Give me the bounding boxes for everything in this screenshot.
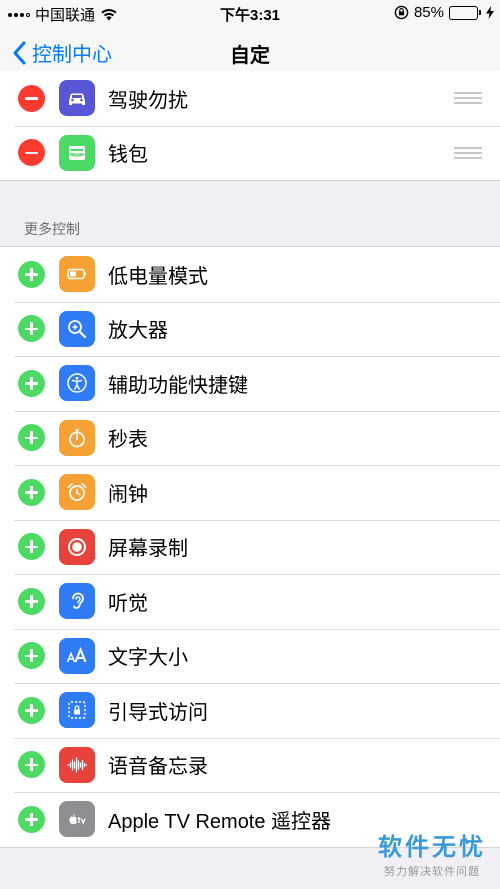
- more-controls-section: 低电量模式 放大器 辅助功能快捷键 秒表 闹钟 屏幕录制 听觉 文字大小 引导式…: [0, 246, 500, 848]
- reorder-handle[interactable]: [454, 92, 482, 105]
- reorder-handle[interactable]: [454, 146, 482, 159]
- page-title: 自定: [230, 45, 270, 67]
- status-bar: 中国联通 下午3:31 85%: [0, 0, 500, 26]
- list-item: 闹钟: [0, 465, 500, 520]
- list-item: 辅助功能快捷键: [0, 356, 500, 411]
- add-button[interactable]: [18, 533, 45, 561]
- add-button[interactable]: [18, 260, 45, 288]
- list-item: 听觉: [0, 574, 500, 629]
- remove-button[interactable]: [18, 84, 45, 112]
- control-label: 钱包: [108, 144, 148, 167]
- control-label: Apple TV Remote 遥控器: [108, 810, 332, 833]
- included-controls-section: 驾驶勿扰 钱包: [0, 71, 500, 181]
- record-icon: [59, 528, 95, 565]
- control-label: 语音备忘录: [108, 756, 208, 779]
- list-item: 秒表: [0, 410, 500, 466]
- car-icon: [59, 80, 95, 117]
- control-label: 屏幕录制: [108, 538, 188, 561]
- wallet-icon: [59, 134, 95, 171]
- stopwatch-icon: [59, 419, 95, 456]
- control-label: 驾驶勿扰: [108, 89, 188, 112]
- add-button[interactable]: [18, 369, 45, 397]
- status-right: 85%: [394, 4, 494, 21]
- charging-icon: [486, 6, 494, 19]
- control-label: 低电量模式: [108, 265, 208, 288]
- list-item: 驾驶勿扰: [0, 71, 500, 126]
- add-button[interactable]: [18, 805, 45, 833]
- list-item: 低电量模式: [0, 247, 500, 302]
- control-label: 听觉: [108, 592, 148, 615]
- control-label: 秒表: [108, 429, 148, 452]
- list-item: 语音备忘录: [0, 737, 500, 793]
- watermark: 软件无忧 努力解决软件问题: [378, 827, 486, 879]
- control-label: 闹钟: [108, 483, 148, 506]
- section-header-more-controls: 更多控制: [24, 221, 80, 237]
- list-item: 屏幕录制: [0, 519, 500, 575]
- battery-percent: 85%: [413, 4, 444, 21]
- text-size-icon: [59, 637, 95, 674]
- add-button[interactable]: [18, 315, 45, 343]
- add-button[interactable]: [18, 478, 45, 506]
- ear-icon: [59, 583, 95, 620]
- apple-tv-icon: [59, 801, 95, 838]
- accessibility-icon: [59, 365, 95, 402]
- control-label: 放大器: [108, 320, 168, 343]
- battery-icon: [449, 5, 481, 20]
- watermark-title: 软件无忧: [378, 834, 486, 861]
- control-label: 文字大小: [108, 647, 188, 670]
- add-button[interactable]: [18, 642, 45, 670]
- control-label: 引导式访问: [108, 701, 208, 724]
- add-button[interactable]: [18, 751, 45, 779]
- add-button[interactable]: [18, 696, 45, 724]
- add-button[interactable]: [18, 587, 45, 615]
- add-button[interactable]: [18, 424, 45, 452]
- watermark-subtitle: 努力解决软件问题: [384, 866, 480, 878]
- rotation-lock-icon: [394, 5, 409, 20]
- magnifier-icon: [59, 310, 95, 347]
- voice-memo-icon: [59, 746, 95, 783]
- remove-button[interactable]: [18, 139, 45, 167]
- list-item: 文字大小: [0, 628, 500, 684]
- control-label: 辅助功能快捷键: [108, 374, 248, 397]
- list-item: 放大器: [0, 301, 500, 357]
- list-item: 钱包: [0, 125, 500, 181]
- alarm-icon: [59, 474, 95, 511]
- battery-icon: [59, 256, 95, 293]
- list-item: 引导式访问: [0, 683, 500, 738]
- guided-access-icon: [59, 692, 95, 729]
